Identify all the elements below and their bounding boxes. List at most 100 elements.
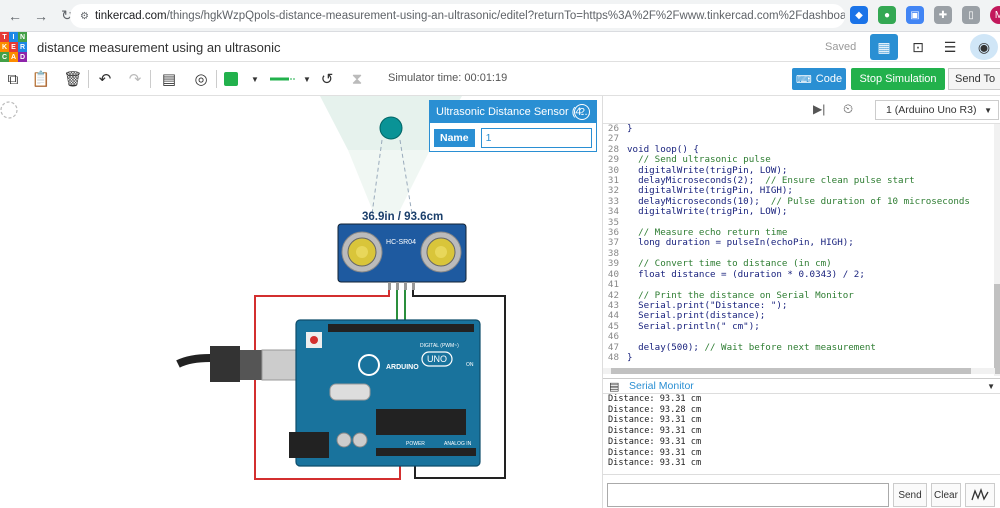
serial-output: Distance: 93.31 cm Distance: 93.28 cm Dist…	[603, 394, 995, 474]
serial-clear-button[interactable]: Clear	[931, 483, 961, 507]
fit-view-icon[interactable]	[0, 101, 18, 119]
serial-line: Distance: 93.31 cm	[608, 458, 702, 469]
code-line: 40 float distance = (duration * 0.0343) …	[603, 268, 995, 280]
circuit-drawing: HC-SR04 DIGITAL (PWM~) ARDUINO UNO ON PO…	[0, 96, 506, 480]
debug-icon[interactable]: ⏲	[843, 101, 853, 117]
puzzle-icon[interactable]: ✚	[934, 6, 952, 24]
distance-readout: 36.9in / 93.6cm	[362, 211, 444, 223]
editor-toolbar: ⧉ 📋 🗑 ↶ ↷ ▤ ◎ ▼ ▼ ↺ ⧗ Simulator time: 00…	[0, 62, 1000, 96]
chevron-down-icon[interactable]: ▼	[296, 68, 318, 90]
url-host: tinkercad.com	[94, 10, 167, 22]
sidepanel-icon[interactable]: ▯	[962, 6, 980, 24]
trash-icon[interactable]: 🗑	[62, 68, 84, 90]
copy-icon[interactable]: ⧉	[2, 68, 24, 90]
code-text: }	[627, 124, 633, 134]
code-line: 37 long duration = pulseIn(echoPin, HIGH…	[603, 237, 995, 249]
serial-line: Distance: 93.31 cm	[608, 447, 702, 458]
user-avatar[interactable]: ◉	[970, 34, 998, 60]
code-line: 47 delay(500); // Wait before next measu…	[603, 341, 995, 353]
usb-cable	[176, 346, 313, 382]
app-header: TIN KER CAD distance measurement using a…	[0, 32, 1000, 62]
code-button[interactable]: ⌨ Code	[792, 68, 846, 90]
inspector-title: Ultrasonic Distance Sensor (4...	[436, 106, 591, 118]
serial-monitor-header[interactable]: ▤ Serial Monitor ▼	[603, 378, 1000, 394]
serial-line: Distance: 93.31 cm	[608, 415, 702, 426]
send-to-button[interactable]: Send To	[948, 68, 1000, 90]
code-text: }	[627, 351, 633, 363]
target-object	[379, 116, 403, 140]
device-select[interactable]: 1 (Arduino Uno R3) ▼	[875, 100, 999, 120]
sensor-label: HC-SR04	[386, 239, 416, 246]
code-text: digitalWrite(trigPin, LOW);	[627, 206, 788, 218]
analog-label: ANALOG IN	[444, 441, 472, 447]
component-list-button[interactable]: ☰	[936, 34, 964, 60]
step-icon[interactable]: ▶|	[813, 102, 825, 116]
tinkercad-logo[interactable]: TIN KER CAD	[0, 32, 28, 62]
eye-icon[interactable]: ◎	[190, 68, 212, 90]
serial-send-button[interactable]: Send	[893, 483, 927, 507]
serial-line: Distance: 93.31 cm	[608, 394, 702, 404]
extension-icon[interactable]: ◆	[850, 6, 868, 24]
power-label: POWER	[406, 441, 425, 447]
serial-line: Distance: 93.31 cm	[608, 426, 702, 437]
arduino-uno-board[interactable]: DIGITAL (PWM~) ARDUINO UNO ON POWER ANAL…	[289, 319, 481, 467]
address-bar[interactable]: ⚙ tinkercad.com/things/hgkWzpQpols-dista…	[70, 4, 845, 28]
extensions-row: ◆ ● ▣ ✚ ▯ M ⋮	[850, 6, 1000, 24]
site-info-icon[interactable]: ⚙	[80, 11, 89, 22]
profile-avatar[interactable]: M	[990, 6, 1000, 24]
serial-input[interactable]	[607, 483, 889, 507]
code-line: 45 Serial.println(" cm");	[603, 320, 995, 332]
chevron-down-icon: ▼	[984, 105, 992, 115]
on-label: ON	[466, 362, 474, 368]
code-text: float distance = (duration * 0.0343) / 2…	[627, 268, 865, 280]
schematic-view-button[interactable]: ⊡	[904, 34, 932, 60]
code-text: Serial.println(" cm");	[627, 320, 760, 332]
line-number: 46	[607, 331, 619, 343]
extension-icon[interactable]: ▣	[906, 6, 924, 24]
serial-line: Distance: 93.31 cm	[608, 436, 702, 447]
code-editor[interactable]: 26} 27 28 void loop() {29 // Send ultrasoni…	[603, 124, 995, 376]
saved-status: Saved	[825, 41, 857, 53]
board-brand: ARDUINO	[386, 364, 419, 371]
digital-label: DIGITAL (PWM~)	[420, 343, 459, 349]
ultrasonic-sensor[interactable]: HC-SR04	[337, 223, 467, 290]
stop-simulation-button[interactable]: Stop Simulation	[851, 68, 945, 90]
flip-icon[interactable]: ⧗	[346, 68, 368, 90]
code-scrollbar-horizontal[interactable]	[603, 368, 995, 374]
code-line: 34 digitalWrite(trigPin, LOW);	[603, 206, 995, 218]
simulator-time: Simulator time: 00:01:19	[388, 72, 508, 84]
code-text: delay(500); // Wait before next measurem…	[627, 341, 876, 353]
forward-arrow-icon[interactable]: →	[30, 5, 52, 27]
graph-icon[interactable]	[965, 483, 995, 507]
name-input[interactable]: 1	[480, 128, 592, 148]
serial-monitor-icon: ▤	[609, 380, 620, 393]
help-icon[interactable]: ?	[574, 104, 590, 120]
paste-icon[interactable]: 📋	[30, 68, 52, 90]
wire-color-swatch[interactable]	[224, 72, 238, 86]
redo-icon[interactable]: ↷	[124, 68, 146, 90]
serial-input-bar: Send Clear	[603, 474, 1000, 508]
design-title[interactable]: distance measurement using an ultrasonic	[37, 40, 281, 55]
circuit-view-button[interactable]: ▦	[870, 34, 898, 60]
code-panel-toolbar: ▶| ⏲ 1 (Arduino Uno R3) ▼	[603, 96, 1000, 124]
url-path: /things/hgkWzpQpols-distance-measurement…	[166, 10, 845, 22]
name-label: Name	[434, 129, 475, 147]
extension-icon[interactable]: ●	[878, 6, 896, 24]
code-editor-icon: ⌨	[795, 73, 812, 86]
board-model: UNO	[427, 354, 447, 364]
code-scrollbar[interactable]	[994, 124, 1000, 376]
chevron-down-icon[interactable]: ▼	[987, 382, 995, 391]
code-line: 26}	[603, 124, 995, 134]
rotate-icon[interactable]: ↺	[316, 68, 338, 90]
browser-chrome: ← → ↻ ⚙ tinkercad.com/things/hgkWzpQpols…	[0, 0, 1000, 32]
notes-icon[interactable]: ▤	[158, 68, 180, 90]
circuit-canvas[interactable]: HC-SR04 DIGITAL (PWM~) ARDUINO UNO ON PO…	[0, 96, 602, 508]
back-arrow-icon[interactable]: ←	[4, 5, 26, 27]
code-panel: ▶| ⏲ 1 (Arduino Uno R3) ▼ 26} 27 28 void lo…	[602, 96, 1000, 508]
serial-line: Distance: 93.28 cm	[608, 404, 702, 415]
wire-type-icon[interactable]	[268, 68, 298, 90]
code-text: long duration = pulseIn(echoPin, HIGH);	[627, 237, 854, 249]
chevron-down-icon[interactable]: ▼	[244, 68, 266, 90]
component-inspector: Ultrasonic Distance Sensor (4... ? Name …	[429, 100, 597, 152]
undo-icon[interactable]: ↶	[94, 68, 116, 90]
